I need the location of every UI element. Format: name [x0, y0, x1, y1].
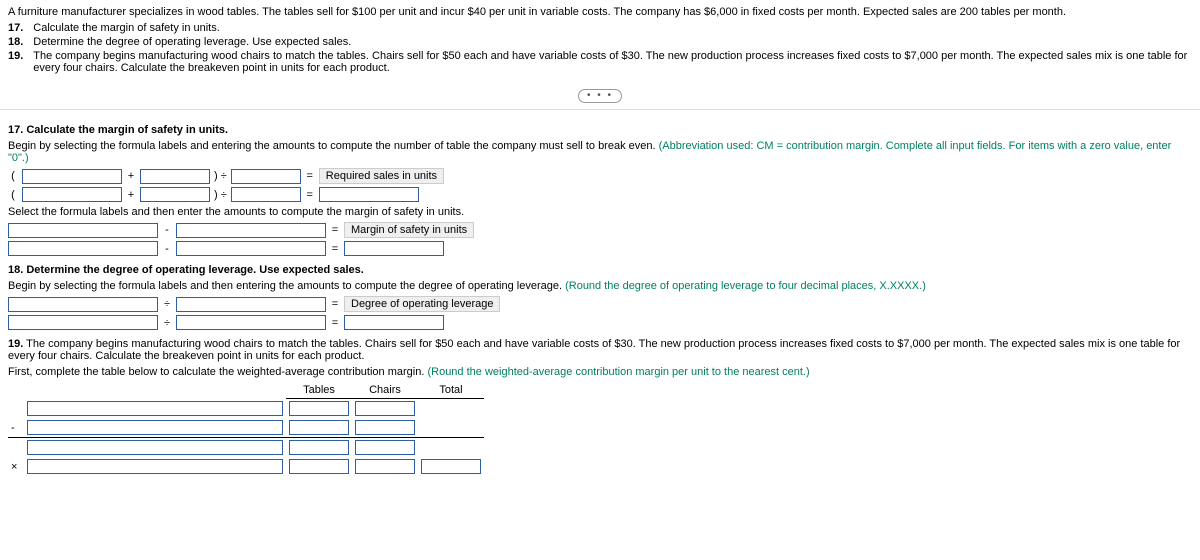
s19-row1-chairs[interactable]	[355, 401, 415, 416]
eq: =	[330, 298, 340, 310]
s17-title: Calculate the margin of safety in units.	[26, 124, 228, 136]
s19-col-total: Total	[418, 382, 484, 399]
s17-mos-r1-result-label: Margin of safety in units	[344, 222, 474, 238]
s19-row2-chairs[interactable]	[355, 420, 415, 435]
lparen: (	[8, 170, 18, 182]
s17-num: 17.	[8, 124, 23, 136]
eq: =	[305, 170, 315, 182]
minus: -	[162, 224, 172, 236]
s17-instr-text: Begin by selecting the formula labels an…	[8, 140, 656, 152]
s19-row4-total[interactable]	[421, 459, 481, 474]
s19-row1-label[interactable]	[27, 401, 283, 416]
table-row	[8, 438, 484, 458]
intro-text: A furniture manufacturer specializes in …	[8, 6, 1192, 18]
s19-title: The company begins manufacturing wood ch…	[8, 338, 1180, 362]
s19-hint: (Round the weighted-average contribution…	[427, 366, 809, 378]
s17-r2-term3[interactable]	[231, 187, 301, 202]
s19-row3-chairs[interactable]	[355, 440, 415, 455]
s17-instruction: Begin by selecting the formula labels an…	[8, 140, 1192, 164]
q17-number: 17.	[8, 21, 33, 35]
s18-instruction: Begin by selecting the formula labels an…	[8, 280, 1192, 292]
s19-row2-tables[interactable]	[289, 420, 349, 435]
s18-formula-row-1: ÷ = Degree of operating leverage	[8, 296, 1192, 312]
s17-r1-term3[interactable]	[231, 169, 301, 184]
s19-row2-label[interactable]	[27, 420, 283, 435]
s19-num: 19.	[8, 338, 23, 350]
eq: =	[330, 224, 340, 236]
s18-title: Determine the degree of operating levera…	[26, 264, 363, 276]
rpdiv: ) ÷	[214, 189, 227, 201]
s19-table-header-row: Tables Chairs Total	[8, 382, 484, 399]
q19-number: 19.	[8, 49, 33, 75]
s19-instruction: First, complete the table below to calcu…	[8, 366, 1192, 378]
table-row	[8, 399, 484, 419]
times: ×	[8, 457, 24, 476]
table-row: -	[8, 418, 484, 438]
minus: -	[162, 243, 172, 255]
s19-instr-text: First, complete the table below to calcu…	[8, 366, 424, 378]
q18-text: Determine the degree of operating levera…	[33, 35, 1192, 49]
s19-row3-tables[interactable]	[289, 440, 349, 455]
s19-row4-tables[interactable]	[289, 459, 349, 474]
s17-heading: 17. Calculate the margin of safety in un…	[8, 124, 1192, 136]
lparen: (	[8, 189, 18, 201]
s18-formula-row-2: ÷ =	[8, 315, 1192, 330]
s19-col-chairs: Chairs	[352, 382, 418, 399]
s17-formula-row-2: ( + ) ÷ =	[8, 187, 1192, 202]
s17-r1-term2[interactable]	[140, 169, 210, 184]
s17-mos-r1-term1[interactable]	[8, 223, 158, 238]
s19-row1-tables[interactable]	[289, 401, 349, 416]
s17-instruction-2: Select the formula labels and then enter…	[8, 206, 1192, 218]
s17-formula-row-1: ( + ) ÷ = Required sales in units	[8, 168, 1192, 184]
s17-r1-term1[interactable]	[22, 169, 122, 184]
s18-r2-term2[interactable]	[176, 315, 326, 330]
s17-mos-r2-result[interactable]	[344, 241, 444, 256]
s17-mos-r1-term2[interactable]	[176, 223, 326, 238]
s19-heading: 19. The company begins manufacturing woo…	[8, 338, 1192, 362]
plus: +	[126, 170, 136, 182]
question-header: A furniture manufacturer specializes in …	[0, 0, 1200, 79]
table-row: ×	[8, 457, 484, 476]
q18-number: 18.	[8, 35, 33, 49]
s17-r2-term2[interactable]	[140, 187, 210, 202]
eq: =	[330, 317, 340, 329]
s18-r2-term1[interactable]	[8, 315, 158, 330]
s18-heading: 18. Determine the degree of operating le…	[8, 264, 1192, 276]
rpdiv: ) ÷	[214, 170, 227, 182]
separator: • • •	[0, 89, 1200, 103]
s18-num: 18.	[8, 264, 23, 276]
s17-r2-term1[interactable]	[22, 187, 122, 202]
s18-r1-term1[interactable]	[8, 297, 158, 312]
s17-mos-row-1: - = Margin of safety in units	[8, 222, 1192, 238]
s17-r2-result[interactable]	[319, 187, 419, 202]
s19-col-tables: Tables	[286, 382, 352, 399]
plus: +	[126, 189, 136, 201]
eq: =	[330, 243, 340, 255]
minus: -	[8, 418, 24, 438]
s17-mos-r2-term1[interactable]	[8, 241, 158, 256]
s17-r1-result-label: Required sales in units	[319, 168, 444, 184]
s18-r1-result-label: Degree of operating leverage	[344, 296, 500, 312]
s18-r1-term2[interactable]	[176, 297, 326, 312]
question-list: 17. Calculate the margin of safety in un…	[8, 21, 1192, 75]
s19-row4-chairs[interactable]	[355, 459, 415, 474]
div: ÷	[162, 298, 172, 310]
q19-text: The company begins manufacturing wood ch…	[33, 49, 1192, 75]
s17-mos-row-2: - =	[8, 241, 1192, 256]
s18-instr-text: Begin by selecting the formula labels an…	[8, 280, 562, 292]
s18-hint: (Round the degree of operating leverage …	[565, 280, 926, 292]
s18-r2-result[interactable]	[344, 315, 444, 330]
s17-mos-r2-term2[interactable]	[176, 241, 326, 256]
ellipsis-icon[interactable]: • • •	[578, 89, 622, 103]
s19-row3-label[interactable]	[27, 440, 283, 455]
s19-table: Tables Chairs Total - ×	[8, 382, 484, 476]
worksheet-area: 17. Calculate the margin of safety in un…	[0, 109, 1200, 560]
eq: =	[305, 189, 315, 201]
s19-row4-label[interactable]	[27, 459, 283, 474]
div: ÷	[162, 317, 172, 329]
q17-text: Calculate the margin of safety in units.	[33, 21, 1192, 35]
